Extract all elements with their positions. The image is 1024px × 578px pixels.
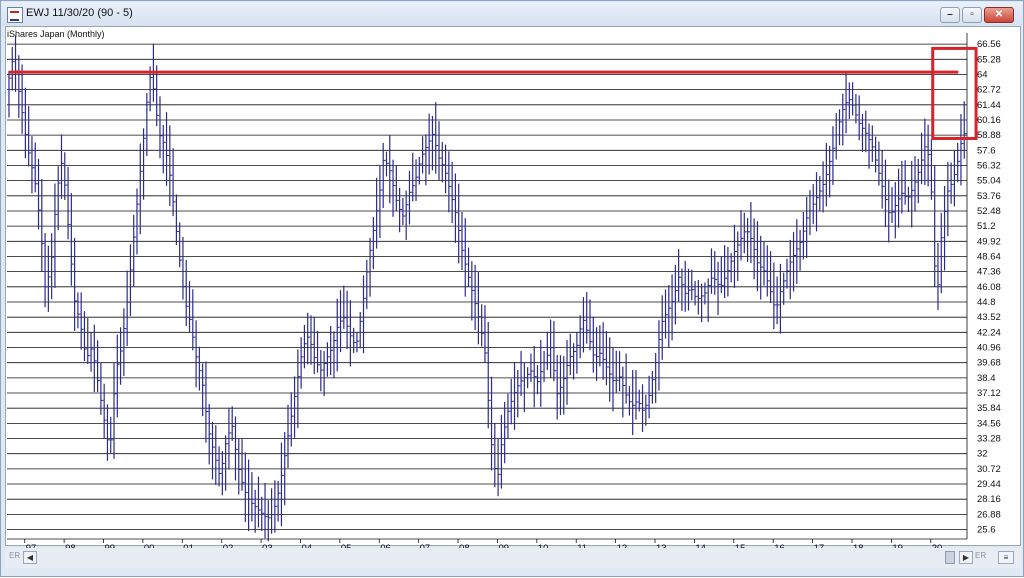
y-tick-label: 34.56 bbox=[977, 418, 1001, 429]
scroll-right-label: ER bbox=[975, 551, 987, 560]
y-tick-label: 33.28 bbox=[977, 434, 1001, 445]
chart-title: iShares Japan (Monthly) bbox=[7, 29, 105, 39]
y-tick-label: 65.28 bbox=[977, 54, 1001, 65]
scroll-left-button[interactable]: ◀ bbox=[23, 551, 37, 564]
y-tick-label: 38.4 bbox=[977, 373, 996, 384]
horizontal-scrollbar[interactable]: ER ◀ ▶ ER ≡ bbox=[5, 548, 1021, 568]
y-tick-label: 64 bbox=[977, 69, 988, 80]
y-tick-label: 52.48 bbox=[977, 206, 1001, 217]
y-tick-label: 60.16 bbox=[977, 115, 1001, 126]
y-tick-label: 37.12 bbox=[977, 388, 1001, 399]
scroll-right-button[interactable]: ▶ bbox=[959, 551, 973, 564]
y-tick-label: 48.64 bbox=[977, 251, 1001, 262]
menu-icon[interactable]: ≡ bbox=[998, 551, 1014, 564]
grid-lines bbox=[7, 33, 968, 540]
y-tick-label: 25.6 bbox=[977, 525, 996, 536]
y-tick-label: 30.72 bbox=[977, 464, 1001, 475]
y-tick-label: 26.88 bbox=[977, 509, 1001, 520]
scroll-thumb[interactable] bbox=[945, 551, 955, 564]
y-tick-label: 58.88 bbox=[977, 130, 1001, 141]
y-tick-label: 32 bbox=[977, 449, 988, 460]
highlight-box bbox=[931, 46, 978, 140]
y-tick-label: 49.92 bbox=[977, 236, 1001, 247]
y-tick-label: 55.04 bbox=[977, 176, 1001, 187]
y-tick-label: 47.36 bbox=[977, 267, 1001, 278]
y-tick-label: 53.76 bbox=[977, 191, 1001, 202]
y-tick-label: 56.32 bbox=[977, 160, 1001, 171]
y-tick-label: 61.44 bbox=[977, 100, 1001, 111]
price-bars bbox=[8, 35, 967, 542]
price-chart[interactable]: 66.56 65.28 64 62.72 61.44 60.16 58.88 57.6 56.3… bbox=[1, 1, 1024, 578]
y-tick-label: 62.72 bbox=[977, 85, 1001, 96]
chart-window: EWJ 11/30/20 (90 - 5) – ▫ ✕ 66.56 65.28 64… bbox=[0, 0, 1024, 577]
y-tick-label: 29.44 bbox=[977, 479, 1001, 490]
y-tick-label: 40.96 bbox=[977, 343, 1001, 354]
y-tick-label: 57.6 bbox=[977, 145, 996, 156]
y-tick-label: 51.2 bbox=[977, 221, 996, 232]
y-axis-labels: 66.56 65.28 64 62.72 61.44 60.16 58.88 57.6 56.3… bbox=[977, 39, 1001, 535]
y-tick-label: 28.16 bbox=[977, 494, 1001, 505]
y-tick-label: 43.52 bbox=[977, 312, 1001, 323]
y-tick-label: 39.68 bbox=[977, 358, 1001, 369]
y-tick-label: 46.08 bbox=[977, 282, 1001, 293]
y-tick-label: 35.84 bbox=[977, 403, 1001, 414]
scroll-left-label: ER bbox=[9, 551, 21, 560]
y-tick-label: 44.8 bbox=[977, 297, 996, 308]
y-tick-label: 66.56 bbox=[977, 39, 1001, 50]
annotations bbox=[8, 46, 978, 140]
y-tick-label: 42.24 bbox=[977, 327, 1001, 338]
